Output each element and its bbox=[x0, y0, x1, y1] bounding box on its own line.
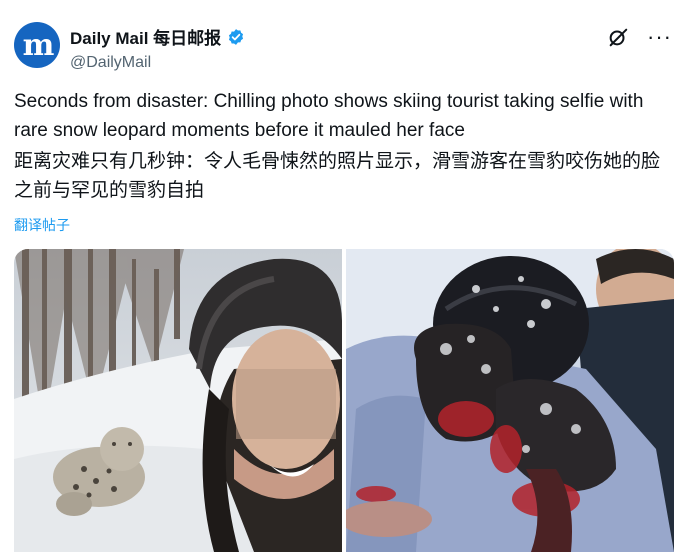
media-gallery bbox=[14, 249, 674, 552]
avatar-letter: m bbox=[22, 27, 55, 63]
grok-icon[interactable] bbox=[607, 26, 629, 48]
injury-image bbox=[346, 249, 674, 552]
tweet-text-chinese: 距离灾难只有几秒钟：令人毛骨悚然的照片显示，滑雪游客在雪豹咬伤她的脸之前与罕见的… bbox=[14, 150, 661, 201]
photo-injured-tourist[interactable] bbox=[346, 249, 674, 552]
tweet-text-english: Seconds from disaster: Chilling photo sh… bbox=[14, 91, 644, 141]
verified-badge-icon bbox=[229, 28, 244, 45]
photo-selfie-snow-leopard[interactable] bbox=[14, 249, 342, 552]
handle[interactable]: @DailyMail bbox=[70, 54, 245, 72]
author-block: Daily Mail 每日邮报 @DailyMail bbox=[70, 24, 245, 72]
author-name-row: Daily Mail 每日邮报 bbox=[70, 24, 245, 49]
person-selfie bbox=[189, 258, 342, 552]
translate-post-link[interactable]: 翻译帖子 bbox=[14, 215, 70, 235]
more-icon[interactable]: ··· bbox=[647, 26, 672, 48]
avatar[interactable]: m bbox=[14, 22, 60, 68]
selfie-image bbox=[14, 249, 342, 552]
tweet-actions: ··· bbox=[607, 26, 672, 48]
display-name[interactable]: Daily Mail 每日邮报 bbox=[70, 24, 221, 49]
tweet-header: m Daily Mail 每日邮报 @DailyMail ··· bbox=[14, 22, 676, 72]
